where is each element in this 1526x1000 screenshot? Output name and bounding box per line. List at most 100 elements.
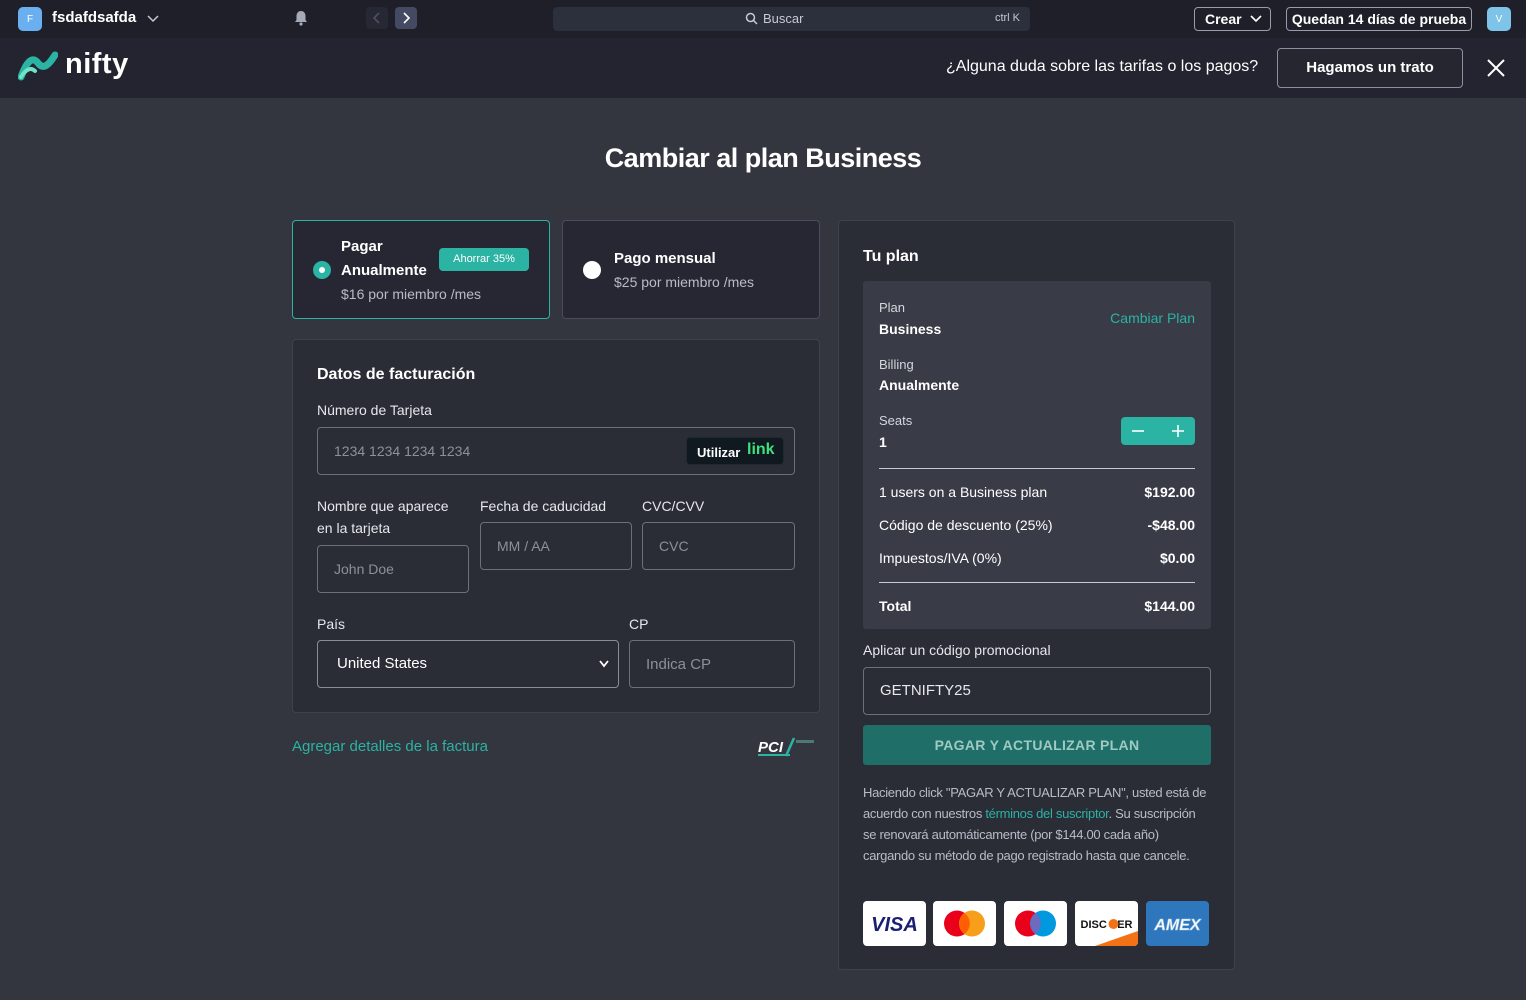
logo-text: nifty xyxy=(65,48,129,80)
cardholder-name-placeholder: John Doe xyxy=(334,561,394,577)
amex-text: AMEX xyxy=(1153,917,1202,934)
plan-label: Plan xyxy=(879,300,906,315)
cvc-input[interactable]: CVC xyxy=(642,522,795,570)
terms-text: Haciendo click "PAGAR Y ACTUALIZAR PLAN"… xyxy=(863,782,1211,866)
country-select[interactable]: United States xyxy=(317,640,619,688)
total-label: Total xyxy=(879,598,912,614)
search-icon xyxy=(745,12,758,25)
close-icon[interactable] xyxy=(1485,57,1507,79)
expiry-placeholder: MM / AA xyxy=(497,538,550,554)
use-link-button[interactable]: Utilizar link xyxy=(686,437,784,465)
discover-card-icon: DISC VER xyxy=(1075,901,1138,946)
country-label: País xyxy=(317,616,346,632)
line-item-name: 1 users on a Business plan xyxy=(879,484,1048,500)
line-item-amount: -$48.00 xyxy=(1147,517,1195,533)
billing-details-card: Datos de facturación Número de Tarjeta 1… xyxy=(292,339,820,713)
plan-details: Plan Business Cambiar Plan Billing Anual… xyxy=(863,281,1211,629)
create-label: Crear xyxy=(1205,11,1242,27)
line-item-name: Código de descuento (25%) xyxy=(879,517,1053,533)
pci-text: PCI xyxy=(758,739,784,756)
country-value: United States xyxy=(337,655,428,672)
card-number-input[interactable]: 1234 1234 1234 1234 Utilizar link xyxy=(317,427,795,475)
total-divider xyxy=(879,582,1195,583)
zip-input[interactable]: Indica CP xyxy=(629,640,795,688)
trial-button[interactable]: Quedan 14 días de prueba xyxy=(1286,7,1472,31)
savings-badge: Ahorrar 35% xyxy=(439,248,529,271)
chevron-down-icon xyxy=(1250,15,1262,23)
billing-label: Billing xyxy=(879,357,914,372)
subscriber-terms-link[interactable]: términos del suscriptor xyxy=(985,806,1108,821)
amex-card-icon: AMEX xyxy=(1146,901,1209,946)
back-button[interactable] xyxy=(366,7,388,29)
billing-title: Datos de facturación xyxy=(317,366,476,383)
seats-stepper[interactable] xyxy=(1121,417,1195,445)
top-app-bar: F fsdafdsafda Buscar ctrl K Crear Quedan… xyxy=(0,0,1526,38)
maestro-card-icon xyxy=(1004,901,1067,946)
monthly-radio[interactable] xyxy=(583,261,601,279)
cvc-placeholder: CVC xyxy=(659,538,689,554)
line-item-amount: $0.00 xyxy=(1159,550,1195,566)
annual-radio[interactable] xyxy=(313,261,331,279)
plan-summary-card: Tu plan Plan Business Cambiar Plan Billi… xyxy=(838,220,1235,970)
cvc-label: CVC/CVV xyxy=(642,498,705,514)
seats-label: Seats xyxy=(879,413,913,428)
zip-label: CP xyxy=(629,616,649,632)
promo-code-value: GETNIFTY25 xyxy=(880,682,971,699)
pricing-question: ¿Alguna duda sobre las tarifas o los pag… xyxy=(946,58,1259,75)
annual-title-line2: Anualmente xyxy=(341,262,427,279)
accepted-cards: VISA DISC VER AMEX xyxy=(863,901,1211,947)
deal-button[interactable]: Hagamos un trato xyxy=(1277,48,1463,88)
visa-card-icon: VISA xyxy=(863,901,926,946)
page-title: Cambiar al plan Business xyxy=(604,143,922,173)
promo-code-label: Aplicar un código promocional xyxy=(863,642,1051,658)
workspace-avatar[interactable]: F xyxy=(18,7,42,31)
pci-compliance-badge: PCI xyxy=(758,737,814,757)
monthly-billing-option[interactable]: Pago mensual $25 por miembro /mes xyxy=(562,220,820,319)
create-button[interactable]: Crear xyxy=(1194,7,1271,31)
change-plan-link[interactable]: Cambiar Plan xyxy=(1110,310,1195,326)
bell-icon[interactable] xyxy=(292,9,310,27)
pay-and-upgrade-button[interactable]: PAGAR Y ACTUALIZAR PLAN xyxy=(863,725,1211,765)
chevron-down-icon[interactable] xyxy=(146,11,160,25)
chevron-right-icon xyxy=(403,12,411,24)
workspace-name[interactable]: fsdafdsafda xyxy=(52,9,136,26)
line-item-amount: $192.00 xyxy=(1144,484,1195,500)
link-logo: link xyxy=(747,441,775,458)
chevron-down-icon xyxy=(599,660,609,668)
plus-icon[interactable] xyxy=(1171,424,1185,438)
monthly-title: Pago mensual xyxy=(614,250,716,267)
checkout-header: nifty ¿Alguna duda sobre las tarifas o l… xyxy=(0,38,1526,98)
cardholder-name-label-line2: en la tarjeta xyxy=(317,520,391,536)
search-shortcut: ctrl K xyxy=(994,12,1020,24)
summary-divider xyxy=(879,468,1195,469)
annual-billing-option[interactable]: Pagar Anualmente Ahorrar 35% $16 por mie… xyxy=(292,220,550,319)
expiry-label: Fecha de caducidad xyxy=(480,498,607,514)
cardholder-name-input[interactable]: John Doe xyxy=(317,545,469,593)
chevron-left-icon xyxy=(372,12,380,24)
minus-icon[interactable] xyxy=(1131,424,1145,438)
expiry-input[interactable]: MM / AA xyxy=(480,522,632,570)
plan-card-title: Tu plan xyxy=(863,248,919,265)
discover-text: DISC VER xyxy=(1081,919,1133,931)
zip-placeholder: Indica CP xyxy=(646,656,712,673)
nifty-logo-icon xyxy=(18,51,58,81)
monthly-price: $25 por miembro /mes xyxy=(614,274,755,290)
plan-value: Business xyxy=(879,321,942,337)
cardholder-name-label-line1: Nombre que aparece xyxy=(317,498,449,514)
user-avatar[interactable]: V xyxy=(1487,7,1511,31)
total-amount: $144.00 xyxy=(1144,598,1195,614)
card-number-label: Número de Tarjeta xyxy=(317,402,432,418)
line-item-name: Impuestos/IVA (0%) xyxy=(879,550,1002,566)
search-label: Buscar xyxy=(763,11,804,26)
billing-value: Anualmente xyxy=(879,377,960,393)
add-invoice-details-link[interactable]: Agregar detalles de la factura xyxy=(292,738,488,755)
mastercard-icon xyxy=(933,901,996,946)
promo-code-input[interactable]: GETNIFTY25 xyxy=(863,667,1211,715)
visa-text: VISA xyxy=(871,914,918,936)
search-bar[interactable]: Buscar ctrl K xyxy=(553,7,1030,31)
forward-button[interactable] xyxy=(395,7,417,29)
card-number-placeholder: 1234 1234 1234 1234 xyxy=(334,443,471,459)
seats-value: 1 xyxy=(879,434,887,450)
annual-price: $16 por miembro /mes xyxy=(341,286,482,302)
use-link-label: Utilizar xyxy=(697,445,741,460)
